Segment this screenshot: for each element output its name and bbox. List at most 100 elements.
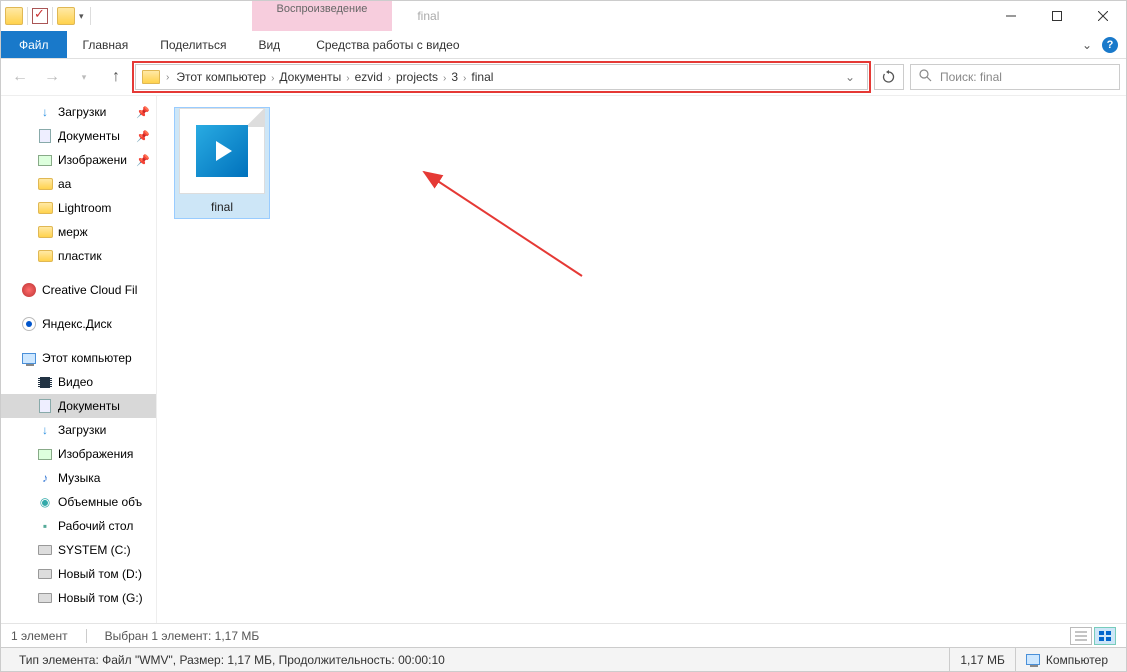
breadcrumb-segment[interactable]: 3 — [446, 70, 463, 84]
file-size: 1,17 МБ — [949, 648, 1015, 671]
navigation-tree[interactable]: ↓Загрузки📌Документы📌Изображени📌aaLightro… — [1, 96, 157, 623]
chevron-right-icon[interactable]: › — [166, 72, 169, 83]
pin-icon: 📌 — [136, 106, 150, 119]
breadcrumb-segment[interactable]: projects — [391, 70, 443, 84]
minimize-button[interactable] — [988, 1, 1034, 31]
video-icon — [37, 374, 53, 390]
close-button[interactable] — [1080, 1, 1126, 31]
file-details: Тип элемента: Файл "WMV", Размер: 1,17 М… — [9, 648, 949, 671]
contextual-tab-label: Воспроизведение — [277, 3, 368, 15]
dl-icon: ↓ — [37, 104, 53, 120]
tree-node[interactable]: пластик — [1, 244, 156, 268]
ribbon-expand-icon[interactable]: ⌄ — [1082, 38, 1092, 52]
breadcrumb-segment[interactable]: Документы — [274, 70, 346, 84]
separator — [86, 629, 87, 643]
thumbnails-view-button[interactable] — [1094, 627, 1116, 645]
window-controls — [988, 1, 1126, 31]
breadcrumb-segment[interactable]: Этот компьютер — [171, 70, 271, 84]
search-placeholder: Поиск: final — [940, 70, 1002, 84]
tree-node[interactable]: Новый том (D:) — [1, 562, 156, 586]
tree-node[interactable]: ◉Объемные объ — [1, 490, 156, 514]
tree-node[interactable]: Документы — [1, 394, 156, 418]
tab-share[interactable]: Поделиться — [144, 31, 242, 58]
yd-icon — [21, 316, 37, 332]
tree-node-label: Видео — [58, 375, 93, 389]
tree-node[interactable]: Видео — [1, 370, 156, 394]
tree-node[interactable]: Документы📌 — [1, 124, 156, 148]
file-name: final — [175, 198, 269, 218]
details-view-icon — [1075, 631, 1087, 641]
maximize-button[interactable] — [1034, 1, 1080, 31]
minimize-icon — [1006, 11, 1016, 21]
doc-icon — [37, 128, 53, 144]
explorer-body: ↓Загрузки📌Документы📌Изображени📌aaLightro… — [1, 95, 1126, 623]
forward-button[interactable]: → — [39, 64, 65, 90]
tree-node-label: Изображения — [58, 447, 133, 461]
refresh-button[interactable] — [874, 64, 904, 90]
tree-node[interactable]: мерж — [1, 220, 156, 244]
new-folder-icon[interactable] — [57, 7, 75, 25]
folder-icon — [37, 248, 53, 264]
tree-node[interactable]: ▪ Рабочий стол — [1, 514, 156, 538]
tab-video-tools[interactable]: Средства работы с видео — [300, 31, 475, 58]
doc-icon — [37, 398, 53, 414]
tab-file[interactable]: Файл — [1, 31, 67, 58]
tree-node-label: Изображени — [58, 153, 127, 167]
recent-dropdown-icon[interactable]: ▾ — [71, 64, 97, 90]
help-icon[interactable]: ? — [1102, 37, 1118, 53]
tree-node[interactable]: ♪ Музыка — [1, 466, 156, 490]
folder-icon — [37, 176, 53, 192]
tree-node[interactable]: Новый том (G:) — [1, 586, 156, 610]
tab-view[interactable]: Вид — [242, 31, 296, 58]
location-label: Компьютер — [1046, 653, 1108, 667]
search-box[interactable]: Поиск: final — [910, 64, 1120, 90]
tree-node[interactable]: Яндекс.Диск — [1, 312, 156, 336]
tree-node-label: мерж — [58, 225, 88, 239]
tree-node-label: Загрузки — [58, 105, 106, 119]
separator — [52, 7, 53, 25]
file-location: Компьютер — [1015, 648, 1118, 671]
properties-icon[interactable] — [32, 8, 48, 24]
tree-node[interactable]: SYSTEM (C:) — [1, 538, 156, 562]
tree-node[interactable]: ↓Загрузки — [1, 418, 156, 442]
tree-node[interactable]: Creative Cloud Fil — [1, 278, 156, 302]
folder-icon — [142, 70, 160, 84]
tree-node[interactable]: Этот компьютер — [1, 346, 156, 370]
tree-node-label: Новый том (G:) — [58, 591, 143, 605]
search-icon — [919, 69, 932, 85]
drive-icon — [37, 566, 53, 582]
desk-icon: ▪ — [37, 518, 53, 534]
tab-home[interactable]: Главная — [67, 31, 145, 58]
maximize-icon — [1052, 11, 1062, 21]
tree-node[interactable]: Изображени 📌 — [1, 148, 156, 172]
file-list[interactable]: final — [157, 96, 1126, 623]
address-dropdown-icon[interactable]: ⌄ — [839, 70, 861, 84]
tree-node[interactable]: Lightroom — [1, 196, 156, 220]
tree-node-label: Creative Cloud Fil — [42, 283, 137, 297]
tree-node-label: Яндекс.Диск — [42, 317, 112, 331]
tree-node-label: Рабочий стол — [58, 519, 133, 533]
tree-node[interactable]: ↓ Загрузки 📌 — [1, 100, 156, 124]
quick-access-toolbar: ▾ — [1, 1, 97, 31]
pin-icon: 📌 — [136, 154, 150, 167]
breadcrumb-segment[interactable]: ezvid — [350, 70, 388, 84]
up-button[interactable]: ↑ — [103, 64, 129, 90]
tree-node[interactable]: ⧉Сеть — [1, 620, 156, 623]
tree-node-label: Музыка — [58, 471, 100, 485]
tree-node[interactable]: aa — [1, 172, 156, 196]
drive-icon — [37, 542, 53, 558]
address-bar[interactable]: › Этот компьютер›Документы›ezvid›project… — [135, 64, 868, 90]
details-view-button[interactable] — [1070, 627, 1092, 645]
pc-icon — [21, 350, 37, 366]
pin-icon: 📌 — [136, 130, 150, 143]
qat-dropdown-icon[interactable]: ▾ — [77, 11, 86, 22]
music-icon: ♪ — [37, 470, 53, 486]
back-button[interactable]: ← — [7, 64, 33, 90]
thumbnails-view-icon — [1099, 631, 1111, 641]
separator — [27, 7, 28, 25]
details-bar: Тип элемента: Файл "WMV", Размер: 1,17 М… — [1, 647, 1126, 671]
file-item[interactable]: final — [175, 108, 269, 218]
folder-icon[interactable] — [5, 7, 23, 25]
tree-node[interactable]: Изображения — [1, 442, 156, 466]
breadcrumb-segment[interactable]: final — [466, 70, 498, 84]
